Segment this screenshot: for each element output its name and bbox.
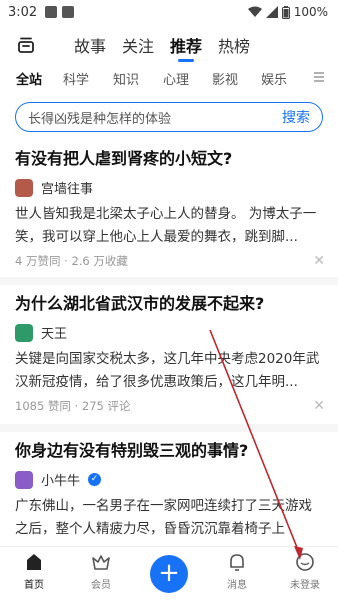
- avatar[interactable]: [15, 323, 33, 342]
- plus-icon: +: [158, 558, 180, 588]
- status-right: 100%: [247, 5, 328, 19]
- wifi-icon: [247, 6, 262, 17]
- battery-icon: [281, 5, 290, 19]
- feed-title[interactable]: 有没有把人虐到肾疼的小短文?: [15, 148, 325, 170]
- feed-excerpt[interactable]: 世人皆知我是北梁太子心上人的替身。 为博太子一笑，我可以穿上他心上人最爱的舞衣，…: [15, 203, 325, 249]
- category-psychology[interactable]: 心理: [163, 69, 189, 88]
- nav-label: 首页: [24, 580, 44, 591]
- feed-author[interactable]: 小牛牛 ✓: [15, 470, 325, 489]
- nav-profile[interactable]: 未登录: [280, 551, 330, 591]
- nav-messages[interactable]: 消息: [212, 551, 262, 591]
- avatar[interactable]: [15, 178, 33, 197]
- category-film[interactable]: 影视: [212, 69, 238, 88]
- status-time: 3:02: [8, 4, 38, 20]
- feed-author[interactable]: 宫墙往事: [15, 178, 325, 197]
- verified-icon: ✓: [88, 473, 102, 486]
- category-entertainment[interactable]: 娱乐: [261, 69, 287, 88]
- bell-icon: [230, 554, 244, 571]
- nav-label: 未登录: [290, 580, 320, 591]
- signal-icon: [265, 6, 278, 18]
- feed-item[interactable]: 有没有把人虐到肾疼的小短文? 宫墙往事 世人皆知我是北梁太子心上人的替身。 为博…: [15, 148, 325, 269]
- bottom-nav: 首页 会员 + 消息 未登录: [0, 546, 338, 600]
- feed-item[interactable]: 你身边有没有特别毁三观的事情? 小牛牛 ✓ 广东佛山，一名男子在一家网吧连续打了…: [15, 440, 325, 541]
- category-bar: 全站 科学 知识 心理 影视 娱乐: [0, 66, 338, 90]
- tab-trending[interactable]: 热榜: [218, 33, 250, 57]
- menu-icon[interactable]: [314, 72, 324, 82]
- notification-icon: [45, 6, 58, 18]
- feed-title[interactable]: 为什么湖北省武汉市的发展不起来?: [15, 293, 325, 315]
- avatar[interactable]: [15, 470, 33, 489]
- feed-item[interactable]: 为什么湖北省武汉市的发展不起来? 天王 关键是向国家交税太多，这几年中央考虑20…: [15, 293, 325, 414]
- category-knowledge[interactable]: 知识: [113, 69, 139, 88]
- divider: [0, 277, 338, 285]
- divider: [0, 424, 338, 432]
- feed-excerpt[interactable]: 关键是向国家交税太多，这几年中央考虑2020年武汉新冠疫情，给了很多优惠政策后，…: [15, 348, 325, 394]
- author-name[interactable]: 宫墙往事: [41, 178, 93, 197]
- vip-icon: [92, 555, 110, 570]
- feed-excerpt[interactable]: 广东佛山，一名男子在一家网吧连续打了三天游戏之后，整个人精疲力尽，昏昏沉沉靠着椅…: [15, 495, 325, 541]
- category-all[interactable]: 全站: [16, 69, 42, 88]
- nav-label: 会员: [91, 580, 111, 591]
- nav-home[interactable]: 首页: [9, 551, 59, 591]
- box-icon[interactable]: [16, 35, 36, 55]
- close-icon[interactable]: ✕: [313, 398, 325, 414]
- nav-label: 消息: [227, 580, 247, 591]
- tab-stories[interactable]: 故事: [74, 33, 106, 57]
- top-tab-bar: 故事 关注 推荐 热榜: [0, 30, 338, 60]
- nav-vip[interactable]: 会员: [76, 551, 126, 591]
- profile-icon: [296, 553, 314, 571]
- notification-icon: [62, 6, 75, 18]
- tab-recommended[interactable]: 推荐: [170, 33, 202, 57]
- close-icon[interactable]: ✕: [313, 253, 325, 269]
- feed-stats: 4 万赞同 · 2.6 万收藏: [15, 254, 128, 268]
- author-name[interactable]: 小牛牛: [41, 470, 80, 489]
- search-button[interactable]: 搜索: [282, 107, 310, 127]
- plus-button[interactable]: +: [150, 555, 188, 593]
- battery-percent: 100%: [293, 5, 328, 19]
- feed-author[interactable]: 天王: [15, 323, 325, 342]
- category-science[interactable]: 科学: [63, 69, 89, 88]
- feed-meta: 4 万赞同 · 2.6 万收藏 ✕: [15, 253, 325, 269]
- search-bar[interactable]: 长得凶残是种怎样的体验 搜索: [15, 102, 323, 132]
- feed-title[interactable]: 你身边有没有特别毁三观的事情?: [15, 440, 325, 462]
- status-bar: 3:02 100%: [0, 0, 338, 24]
- tab-following[interactable]: 关注: [122, 33, 154, 57]
- author-name[interactable]: 天王: [41, 323, 67, 342]
- feed-meta: 1085 赞同 · 275 评论 ✕: [15, 398, 325, 414]
- feed-stats: 1085 赞同 · 275 评论: [15, 399, 131, 413]
- search-input[interactable]: 长得凶残是种怎样的体验: [28, 108, 171, 127]
- home-icon: [27, 554, 41, 570]
